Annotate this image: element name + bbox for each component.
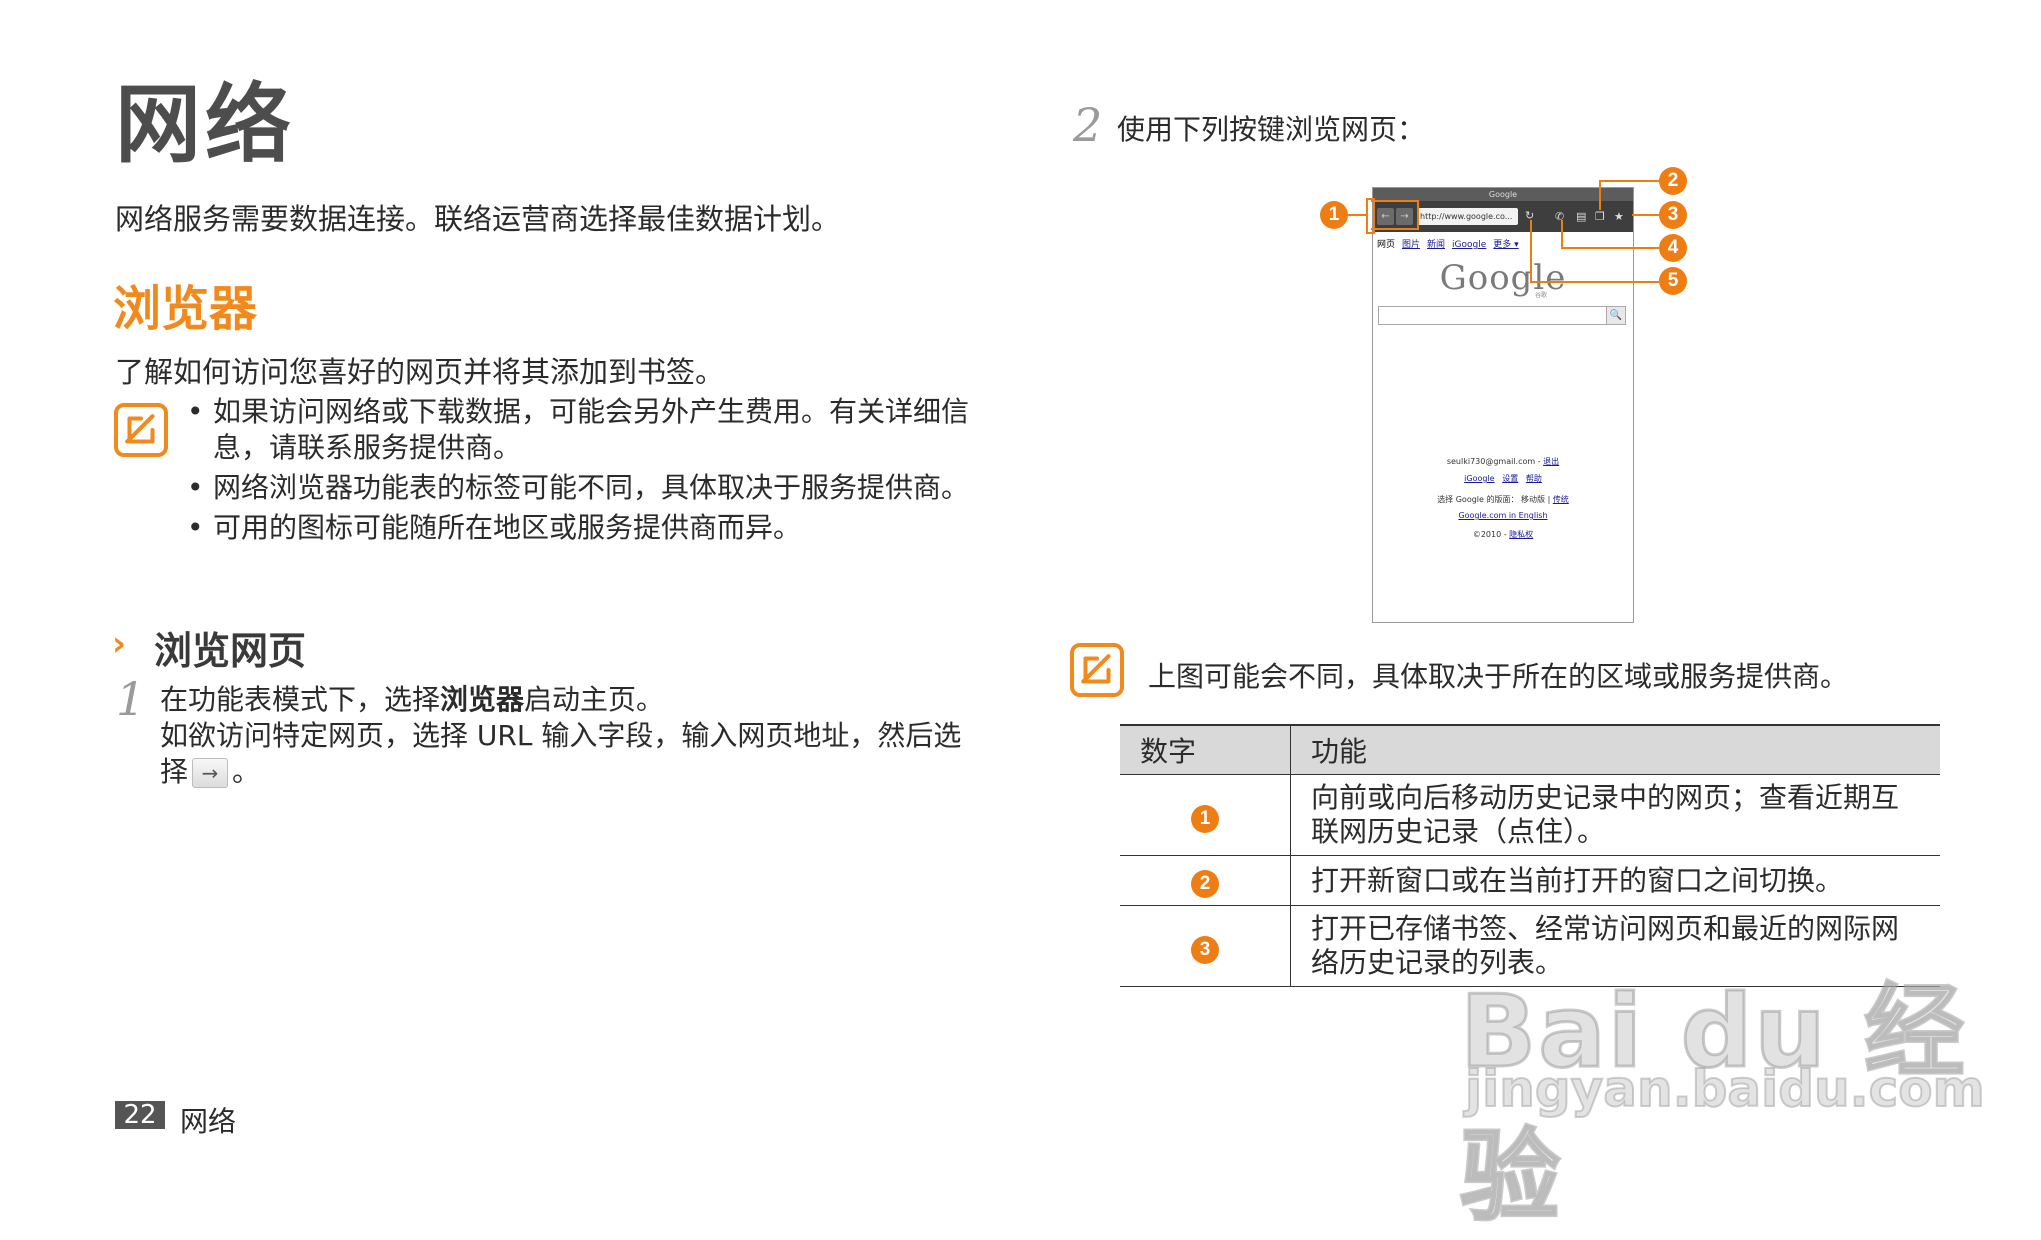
callout-1: 1 [1320,201,1348,229]
callout-line [1599,180,1601,210]
layout-classic-link[interactable]: 传统 [1553,495,1569,504]
page-number: 22 [115,1101,165,1129]
layout-mobile: 移动版 [1521,495,1546,504]
callout-line [1599,180,1659,182]
callout-1: 1 [1191,804,1219,833]
callout-2: 2 [1191,870,1219,898]
callout-line [1561,247,1659,249]
callout-3: 3 [1659,201,1687,229]
callout-4: 4 [1659,234,1687,262]
browser-screenshot: Google ← → http://www.google.co... ↻ ✆ ▤… [1372,187,1634,623]
table-row: 2 打开新窗口或在当前打开的窗口之间切换。 [1120,855,1940,906]
account-email: seulki730@gmail.com [1446,457,1536,466]
windows-icon[interactable]: ❐ [1595,210,1605,223]
bookmark-icon[interactable]: ★ [1614,210,1624,223]
function-table: 数字 功能 1 向前或向后移动历史记录中的网页；查看近期互联网历史记录（点住）。… [1120,724,1940,987]
callout-2: 2 [1659,167,1687,195]
step-detail-pre: 如欲访问特定网页，选择 URL 输入字段，输入网页地址，然后选择 [160,719,962,788]
step-detail: 如欲访问特定网页，选择 URL 输入字段，输入网页地址，然后选择 →。 [160,718,980,790]
table-cell-function: 打开新窗口或在当前打开的窗口之间切换。 [1290,855,1940,906]
step-text: 在功能表模式下，选择浏览器启动主页。 [160,678,664,718]
step-detail-post: 。 [232,755,261,788]
account-line: seulki730@gmail.com - 退出 [1446,457,1560,466]
step-number: 2 [1073,98,1103,152]
step-text-bold: 浏览器 [440,683,525,716]
section-intro: 了解如何访问您喜好的网页并将其添加到书签。 [115,355,725,389]
google-tabs: 网页 图片 新闻 iGoogle 更多 ▾ [1377,237,1526,250]
note-icon [1070,643,1124,697]
note-text: 上图可能会不同，具体取决于所在的区域或服务提供商。 [1148,660,1849,693]
layout-select: 选择 Google 的版面： 移动版 | 传统 [1437,495,1569,504]
search-icon[interactable]: 🔍 [1606,306,1626,325]
page-footer-label: 网络 [180,1105,237,1138]
english-link-line: Google.com in English [1373,511,1633,520]
callout-line [1348,214,1368,216]
table-cell-number: 3 [1120,905,1291,987]
callout-line [1530,220,1532,282]
step-text: 使用下列按键浏览网页： [1117,113,1426,146]
callout-3: 3 [1191,935,1219,964]
callout-line [1561,220,1563,248]
note-item: 网络浏览器功能表的标签可能不同，具体取决于服务提供商。 [183,470,973,506]
google-tab[interactable]: 网页 [1377,240,1395,250]
step-number: 1 [116,672,146,726]
url-field[interactable]: http://www.google.co... [1417,208,1518,225]
table-cell-function: 向前或向后移动历史记录中的网页；查看近期互联网历史记录（点住）。 [1290,774,1940,856]
copyright-line: ©2010 - 隐私权 [1373,529,1633,540]
search-input[interactable] [1378,306,1608,325]
google-tab[interactable]: iGoogle [1452,240,1486,250]
note-icon [114,403,168,457]
chapter-intro: 网络服务需要数据连接。联络运营商选择最佳数据计划。 [115,202,841,236]
footer-link[interactable]: 设置 [1502,474,1518,483]
table-row: 1 向前或向后移动历史记录中的网页；查看近期互联网历史记录（点住）。 [1120,774,1940,856]
section-title: 浏览器 [113,281,258,337]
logout-link[interactable]: 退出 [1543,457,1559,466]
google-tab[interactable]: 新闻 [1427,240,1445,250]
callout-line [1417,200,1419,230]
callout-line [1632,214,1659,216]
copyright: ©2010 - [1472,530,1507,539]
privacy-link[interactable]: 隐私权 [1509,530,1533,539]
back-arrow-icon[interactable]: ← [1377,208,1394,225]
note-list: 如果访问网络或下载数据，可能会另外产生费用。有关详细信息，请联系服务提供商。 网… [183,394,973,550]
footer-link[interactable]: iGoogle [1464,474,1494,483]
google-tab[interactable]: 更多 ▾ [1493,240,1518,250]
subsection-title: 浏览网页 [154,629,307,673]
english-link[interactable]: Google.com in English [1458,511,1547,520]
step-text-post: 启动主页。 [524,683,665,716]
callout-5: 5 [1659,267,1687,295]
forward-arrow-icon[interactable]: → [1396,208,1413,225]
note-item: 如果访问网络或下载数据，可能会另外产生费用。有关详细信息，请联系服务提供商。 [183,394,973,466]
callout-line [1371,200,1417,202]
google-tab[interactable]: 图片 [1402,240,1420,250]
table-cell-number: 1 [1120,774,1291,856]
note-item: 可用的图标可能随所在地区或服务提供商而异。 [183,510,973,546]
table-cell-number: 2 [1120,855,1291,906]
table-header-row: 数字 功能 [1120,724,1940,775]
table-header-number: 数字 [1120,724,1291,775]
layout-select-label: 选择 Google 的版面： [1437,495,1519,504]
callout-line [1371,228,1417,230]
callout-line [1530,281,1659,283]
table-header-function: 功能 [1290,724,1940,775]
google-logo: Google [1439,258,1567,298]
chevron-right-icon: › [112,624,127,664]
step-text-pre: 在功能表模式下，选择 [160,683,441,716]
footer-links: iGoogle 设置 帮助 [1373,473,1633,484]
list-icon[interactable]: ▤ [1576,210,1586,223]
go-arrow-icon: → [192,758,229,788]
footer-link[interactable]: 帮助 [1526,474,1542,483]
chapter-title: 网络 [115,75,295,175]
watermark-url: jingyan.baidu.com [1464,1059,1986,1119]
google-logo-sub: 谷歌 [1535,292,1548,299]
